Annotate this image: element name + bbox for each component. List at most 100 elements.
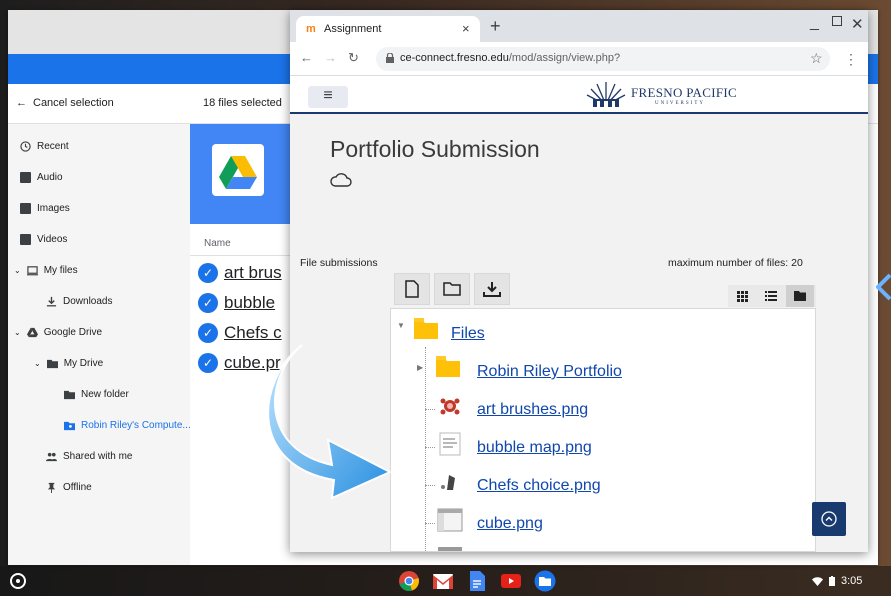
check-icon: ✓ — [198, 353, 218, 373]
scroll-to-top-button[interactable] — [812, 502, 846, 536]
add-file-button[interactable] — [394, 273, 430, 305]
tree-file-cube[interactable]: cube.png — [477, 515, 543, 533]
file-row[interactable]: ✓ art brus — [198, 262, 282, 284]
pin-icon — [47, 482, 56, 493]
sidebar-label: Shared with me — [63, 450, 133, 462]
sidebar-item-my-drive[interactable]: ⌄ My Drive — [34, 355, 103, 371]
site-header: ≡ FRESNO PACIFIC UNIVERSITY — [290, 76, 868, 114]
folder-icon — [443, 282, 461, 296]
back-icon[interactable]: ← — [300, 50, 313, 65]
list-icon — [765, 291, 777, 301]
folder-icon — [436, 356, 460, 377]
menu-kebab-icon[interactable]: ⋮ — [844, 51, 858, 68]
cancel-selection-label: Cancel selection — [33, 97, 114, 109]
reload-icon[interactable]: ↻ — [348, 50, 359, 66]
folder-icon — [46, 359, 58, 368]
partial-file-thumbnail — [438, 547, 462, 551]
view-switcher — [728, 285, 816, 307]
sidebar-item-images[interactable]: Images — [20, 200, 70, 216]
chrome-app-icon[interactable] — [398, 570, 420, 592]
file-submissions-label: File submissions — [300, 257, 378, 269]
tree-branch — [425, 447, 435, 448]
sidebar-item-offline[interactable]: Offline — [46, 479, 92, 495]
tree-branch — [425, 409, 435, 410]
collapse-triangle-icon[interactable]: ▼ — [397, 321, 405, 330]
clock-icon — [20, 140, 31, 152]
check-icon: ✓ — [198, 323, 218, 343]
clock-time: 3:05 — [841, 575, 863, 587]
moodle-favicon-icon: m — [306, 23, 316, 35]
check-icon: ✓ — [198, 293, 218, 313]
people-icon — [46, 452, 57, 461]
shelf: 3:05 — [0, 566, 891, 596]
launcher-dot-icon — [16, 579, 20, 583]
lock-icon[interactable] — [386, 53, 394, 63]
sidebar-label: Audio — [37, 171, 63, 183]
address-bar[interactable]: ce-connect.fresno.edu/mod/assign/view.ph… — [376, 47, 830, 71]
tree-file-art-brushes[interactable]: art brushes.png — [477, 401, 588, 419]
download-all-button[interactable] — [474, 273, 510, 305]
url-host: ce-connect.fresno.edu — [400, 52, 509, 64]
close-window-icon[interactable]: ✕ — [851, 15, 864, 33]
logo-name: FRESNO PACIFIC — [631, 85, 737, 100]
status-tray[interactable]: 3:05 — [812, 572, 862, 590]
sidebar-item-videos[interactable]: Videos — [20, 231, 67, 247]
url-path: /mod/assign/view.php? — [508, 52, 621, 64]
files-app-icon[interactable] — [534, 570, 556, 592]
page-title: Portfolio Submission — [330, 136, 540, 162]
cancel-selection-button[interactable]: ← Cancel selection — [16, 97, 114, 109]
hamburger-menu-icon[interactable]: ≡ — [308, 86, 348, 108]
tree-folder-robin-riley[interactable]: Robin Riley Portfolio — [477, 363, 622, 381]
sidebar-item-recent[interactable]: Recent — [20, 138, 69, 154]
logo-subtitle: UNIVERSITY — [655, 101, 705, 106]
youtube-app-icon[interactable] — [500, 570, 522, 592]
tree-root-files[interactable]: Files — [451, 325, 485, 343]
launcher-button[interactable] — [10, 573, 26, 589]
folder-icon — [64, 390, 75, 399]
sidebar-item-my-files[interactable]: ⌄ My files — [14, 262, 78, 278]
files-sidebar: Recent Audio Images Videos ⌄ My files Do… — [8, 124, 191, 565]
sidebar-item-robin-riley[interactable]: Robin Riley's Compute... — [64, 417, 191, 433]
sunburst-logo-icon — [586, 82, 626, 107]
new-tab-button[interactable]: + — [490, 16, 501, 37]
back-arrow-icon: ← — [16, 97, 27, 109]
tree-file-bubble-map[interactable]: bubble map.png — [477, 439, 592, 457]
bookmark-star-icon[interactable]: ☆ — [810, 50, 823, 67]
forward-icon[interactable]: → — [324, 50, 337, 65]
icon-view-button[interactable] — [728, 285, 756, 307]
close-tab-icon[interactable]: × — [462, 21, 470, 36]
sidebar-label: Downloads — [63, 295, 113, 307]
url-text: ce-connect.fresno.edu/mod/assign/view.ph… — [400, 52, 620, 64]
sidebar-label: Images — [37, 202, 70, 214]
sidebar-item-shared-with-me[interactable]: Shared with me — [46, 448, 132, 464]
sidebar-label: My Drive — [63, 357, 104, 369]
list-view-button[interactable] — [757, 285, 785, 307]
fresno-pacific-logo[interactable]: FRESNO PACIFIC UNIVERSITY — [585, 80, 755, 110]
create-folder-button[interactable] — [434, 273, 470, 305]
sidebar-item-google-drive[interactable]: ⌄ Google Drive — [14, 324, 102, 340]
name-column-header[interactable]: Name — [190, 224, 300, 256]
image-icon — [20, 202, 31, 214]
sidebar-item-audio[interactable]: Audio — [20, 169, 63, 185]
docs-app-icon[interactable] — [466, 570, 488, 592]
folder-icon — [414, 318, 438, 339]
sidebar-item-downloads[interactable]: Downloads — [46, 293, 112, 309]
sidebar-label: Offline — [63, 481, 92, 493]
battery-icon — [829, 576, 835, 586]
sidebar-item-new-folder[interactable]: New folder — [64, 386, 129, 402]
tree-view-button[interactable] — [786, 285, 814, 307]
sidebar-label: New folder — [81, 388, 129, 400]
expand-triangle-icon[interactable]: ▶ — [417, 363, 423, 372]
sidebar-label: My files — [43, 264, 78, 276]
cube-thumbnail — [437, 508, 463, 532]
minimize-icon[interactable]: _ — [810, 14, 819, 32]
file-row[interactable]: ✓ bubble — [198, 292, 275, 314]
max-files-note: maximum number of files: 20 — [668, 257, 803, 269]
tree-file-chefs-choice[interactable]: Chefs choice.png — [477, 477, 601, 495]
filemanager-toolbar — [390, 271, 822, 309]
tab-assignment[interactable]: m Assignment × — [296, 16, 480, 42]
maximize-icon[interactable] — [832, 16, 842, 26]
google-drive-logo — [212, 144, 264, 196]
gmail-app-icon[interactable] — [432, 570, 454, 592]
check-icon: ✓ — [198, 263, 218, 283]
